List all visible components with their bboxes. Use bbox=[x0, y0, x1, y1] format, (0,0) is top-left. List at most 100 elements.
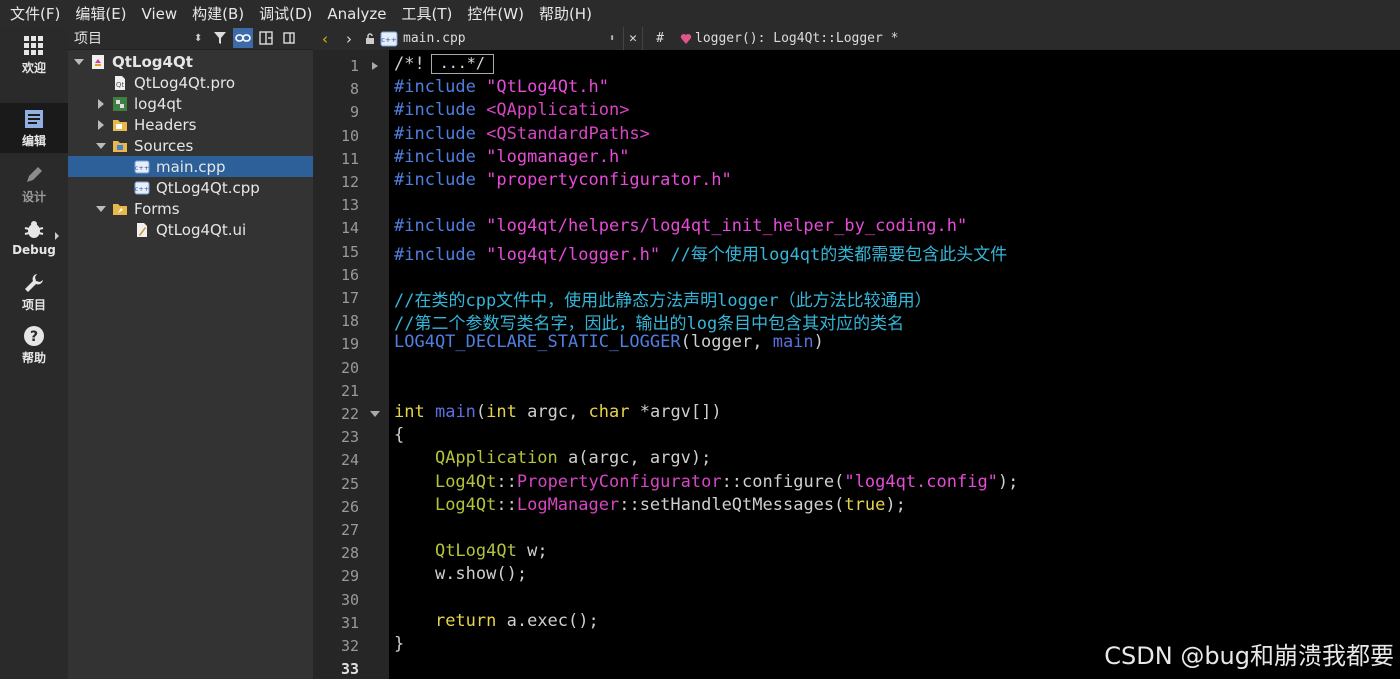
expand-arrow-icon[interactable] bbox=[96, 204, 106, 214]
nav-forward-icon[interactable]: › bbox=[337, 30, 361, 48]
link-icon[interactable] bbox=[233, 28, 254, 48]
code-line[interactable]: #include <QStandardPaths> bbox=[394, 124, 650, 144]
file-select-arrow-icon[interactable]: ⬍ bbox=[609, 33, 623, 44]
mode-label: 欢迎 bbox=[21, 60, 46, 75]
code-line[interactable]: Log4Qt::PropertyConfigurator::configure(… bbox=[394, 472, 1018, 492]
mode-debug[interactable]: Debug bbox=[0, 213, 68, 263]
menu-item[interactable]: View bbox=[142, 5, 178, 23]
mode-projects[interactable]: 项目 bbox=[0, 267, 68, 317]
expand-arrow-icon[interactable] bbox=[96, 141, 106, 151]
mode-welcome[interactable]: 欢迎 bbox=[0, 30, 68, 80]
code-token: { bbox=[394, 425, 405, 446]
line-number: 1 bbox=[349, 57, 359, 75]
code-token: ) bbox=[813, 332, 824, 353]
code-line[interactable]: #include "logmanager.h" bbox=[394, 147, 629, 167]
code-line[interactable]: #include "log4qt/helpers/log4qt_init_hel… bbox=[394, 216, 967, 236]
cpp-file-icon: c++ bbox=[134, 159, 150, 175]
tree-item-label: QtLog4Qt.ui bbox=[156, 220, 247, 239]
code-token: //每个使用log4qt的类都需要包含此头文件 bbox=[670, 244, 1008, 265]
code-line[interactable]: LOG4QT_DECLARE_STATIC_LOGGER(logger, mai… bbox=[394, 332, 824, 352]
menu-item[interactable]: 构建(B) bbox=[192, 3, 244, 24]
code-token: a.exec(); bbox=[496, 610, 599, 631]
pane-title[interactable]: 项目 bbox=[74, 28, 194, 48]
tree-item[interactable]: log4qt bbox=[68, 93, 313, 114]
code-line[interactable]: QApplication a(argc, argv); bbox=[394, 448, 711, 468]
code-line[interactable]: //在类的cpp文件中，使用此静态方法声明logger（此方法比较通用） bbox=[394, 286, 932, 311]
pencil-icon bbox=[23, 164, 45, 186]
code-line[interactable]: #include <QApplication> bbox=[394, 100, 629, 120]
menu-item[interactable]: Analyze bbox=[327, 5, 386, 23]
code-editor[interactable]: /*! ...*/#include "QtLog4Qt.h" #include <Q… bbox=[389, 50, 1400, 679]
fold-expand-icon[interactable] bbox=[372, 62, 378, 70]
collapse-arrow-icon[interactable] bbox=[96, 119, 106, 130]
menu-item[interactable]: 工具(T) bbox=[402, 3, 453, 24]
code-line[interactable]: #include "propertyconfigurator.h" bbox=[394, 170, 732, 190]
menu-item[interactable]: 帮助(H) bbox=[539, 3, 592, 24]
code-line[interactable]: } bbox=[394, 634, 404, 654]
collapse-arrow-icon[interactable] bbox=[96, 98, 106, 109]
tree-item[interactable]: QtLog4Qt.ui bbox=[68, 219, 313, 240]
open-file-name[interactable]: main.cpp bbox=[399, 31, 609, 46]
close-pane-icon[interactable] bbox=[279, 28, 299, 48]
line-number: 28 bbox=[340, 544, 359, 563]
debug-menu-arrow-icon[interactable] bbox=[55, 232, 59, 240]
code-line[interactable]: //第二个参数写类名字，因此，输出的log条目中包含其对应的类名 bbox=[394, 309, 904, 334]
current-symbol[interactable]: logger(): Log4Qt::Logger * bbox=[695, 31, 899, 46]
mode-bar: 欢迎 编辑 设计 Debug 项目 ? 帮助 bbox=[0, 27, 68, 679]
close-file-icon[interactable]: ✕ bbox=[624, 31, 642, 46]
code-line[interactable]: #include "log4qt/logger.h" //每个使用log4qt的… bbox=[394, 240, 1007, 265]
lock-icon[interactable] bbox=[361, 33, 379, 44]
code-token: "log4qt/helpers/log4qt_init_helper_by_co… bbox=[486, 216, 968, 237]
line-number: 22 bbox=[340, 405, 359, 423]
nav-back-icon[interactable]: ‹ bbox=[313, 30, 337, 48]
code-line[interactable]: return a.exec(); bbox=[394, 611, 599, 631]
menu-item[interactable]: 文件(F) bbox=[10, 3, 60, 24]
line-number: 10 bbox=[340, 126, 359, 145]
code-line[interactable]: int main(int argc, char *argv[]) bbox=[394, 402, 722, 422]
tree-item[interactable]: Sources bbox=[68, 135, 313, 156]
split-icon[interactable] bbox=[256, 28, 276, 48]
fold-collapse-icon[interactable] bbox=[370, 411, 380, 417]
mode-design[interactable]: 设计 bbox=[0, 159, 68, 209]
code-token: main bbox=[434, 402, 476, 422]
mode-help[interactable]: ? 帮助 bbox=[0, 320, 68, 370]
folded-comment-marker[interactable]: ...*/ bbox=[430, 54, 494, 74]
symbol-hash[interactable]: # bbox=[643, 31, 677, 46]
mode-edit[interactable]: 编辑 bbox=[0, 103, 68, 153]
tree-item[interactable]: c++ main.cpp bbox=[68, 156, 313, 177]
expand-arrow-icon[interactable] bbox=[74, 57, 84, 67]
subproject-icon bbox=[112, 96, 128, 112]
code-token: #include bbox=[394, 170, 476, 190]
code-token: "QtLog4Qt.h" bbox=[486, 77, 609, 98]
tree-item[interactable]: Headers bbox=[68, 114, 313, 135]
code-line[interactable]: { bbox=[394, 425, 404, 445]
line-number: 30 bbox=[340, 590, 359, 609]
code-line[interactable]: Log4Qt::LogManager::setHandleQtMessages(… bbox=[394, 495, 906, 515]
code-line[interactable]: QtLog4Qt w; bbox=[394, 541, 548, 561]
menu-item[interactable]: 调试(D) bbox=[259, 3, 312, 24]
menu-item[interactable]: 编辑(E) bbox=[75, 3, 126, 24]
code-line[interactable]: /*! ...*/ bbox=[394, 54, 494, 74]
code-token: return bbox=[434, 610, 497, 631]
tree-item[interactable]: c++ QtLog4Qt.cpp bbox=[68, 177, 313, 198]
line-number: 9 bbox=[349, 103, 359, 122]
tree-item[interactable]: QtLog4Qt bbox=[68, 51, 313, 72]
line-number: 18 bbox=[340, 312, 359, 331]
code-line[interactable]: #include "QtLog4Qt.h" bbox=[394, 77, 609, 97]
code-token: w; bbox=[516, 541, 548, 562]
function-icon bbox=[677, 33, 695, 45]
code-token: "propertyconfigurator.h" bbox=[486, 170, 732, 190]
project-toolbar: 项目 ⬍ bbox=[68, 27, 313, 50]
tree-item[interactable]: Forms bbox=[68, 198, 313, 219]
menu-item[interactable]: 控件(W) bbox=[467, 3, 524, 24]
pane-select-arrow-icon[interactable]: ⬍ bbox=[194, 33, 202, 44]
code-token: w.show(); bbox=[394, 564, 528, 585]
filter-icon[interactable] bbox=[210, 28, 230, 48]
code-token: int bbox=[486, 402, 517, 422]
code-line[interactable]: w.show(); bbox=[394, 564, 527, 584]
tree-item[interactable]: Qt QtLog4Qt.pro bbox=[68, 72, 313, 93]
